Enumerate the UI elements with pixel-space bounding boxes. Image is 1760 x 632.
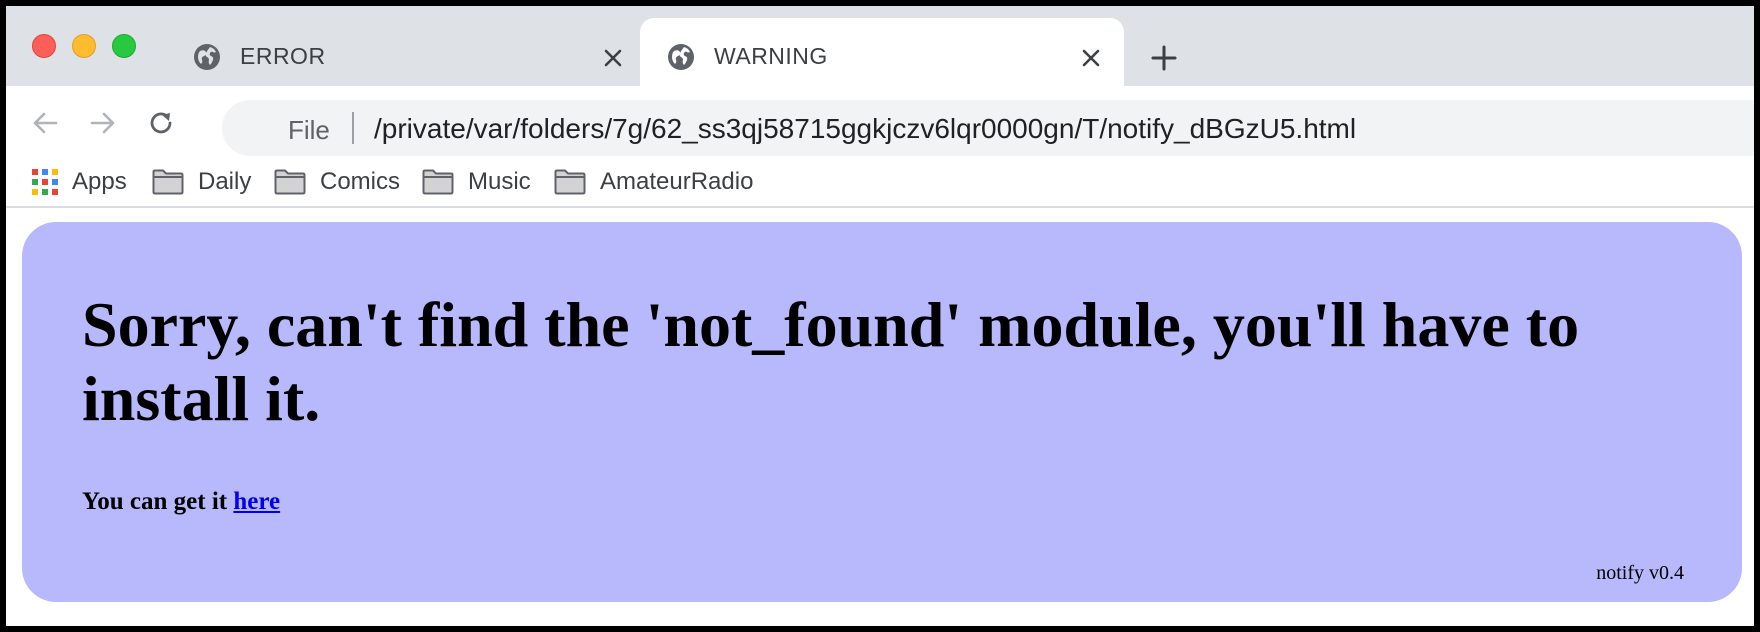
globe-icon [668, 44, 694, 70]
new-tab-plus-icon[interactable] [1150, 44, 1178, 72]
tab-error[interactable]: ERROR [166, 18, 640, 86]
back-arrow-icon[interactable] [30, 108, 60, 138]
folder-icon [152, 169, 184, 195]
bookmark-amateurradio[interactable]: AmateurRadio [554, 164, 753, 200]
zoom-window-button[interactable] [112, 34, 136, 58]
folder-icon [422, 169, 454, 195]
bookmarks-bar: Apps Daily Comics Music AmateurRadio [6, 156, 1754, 208]
bookmark-comics[interactable]: Comics [274, 164, 400, 200]
tab-warning[interactable]: WARNING [640, 18, 1124, 86]
globe-icon [194, 44, 220, 70]
bookmark-label: AmateurRadio [600, 168, 754, 195]
forward-arrow-icon[interactable] [88, 108, 118, 138]
minimize-window-button[interactable] [72, 34, 96, 58]
bookmark-music[interactable]: Music [422, 164, 531, 200]
folder-icon [274, 169, 306, 195]
address-bar[interactable]: File /private/var/folders/7g/62_ss3qj587… [222, 100, 1754, 156]
install-link[interactable]: here [233, 488, 280, 515]
scheme-label: File [288, 115, 330, 145]
folder-icon [554, 169, 586, 195]
page-headline: Sorry, can't find the 'not_found' module… [82, 289, 1580, 434]
apps-grid-icon [32, 169, 58, 195]
tab-title: ERROR [240, 43, 326, 69]
tab-strip: ERROR WARNING [6, 6, 1754, 86]
bookmark-daily[interactable]: Daily [152, 164, 251, 200]
page-content: Sorry, can't find the 'not_found' module… [6, 208, 1754, 626]
close-window-button[interactable] [32, 34, 56, 58]
divider [352, 112, 354, 144]
reload-icon[interactable] [146, 108, 176, 138]
navigation-toolbar: File /private/var/folders/7g/62_ss3qj587… [6, 86, 1754, 156]
url-text[interactable]: /private/var/folders/7g/62_ss3qj58715ggk… [374, 113, 1356, 145]
install-hint: You can get it here [82, 488, 280, 516]
bookmark-label: Comics [320, 168, 401, 195]
bookmark-label: Apps [72, 168, 127, 195]
install-hint-text: You can get it [82, 488, 234, 515]
bookmark-label: Music [468, 168, 531, 195]
close-icon[interactable] [1080, 47, 1102, 69]
tab-title: WARNING [714, 43, 828, 69]
notification-card: Sorry, can't find the 'not_found' module… [22, 222, 1742, 602]
close-icon[interactable] [602, 47, 624, 69]
bookmark-label: Daily [198, 168, 252, 195]
version-label: notify v0.4 [1596, 562, 1684, 584]
browser-window: ERROR WARNING File /private/var/folders/… [6, 6, 1754, 626]
bookmark-apps[interactable]: Apps [32, 164, 127, 200]
